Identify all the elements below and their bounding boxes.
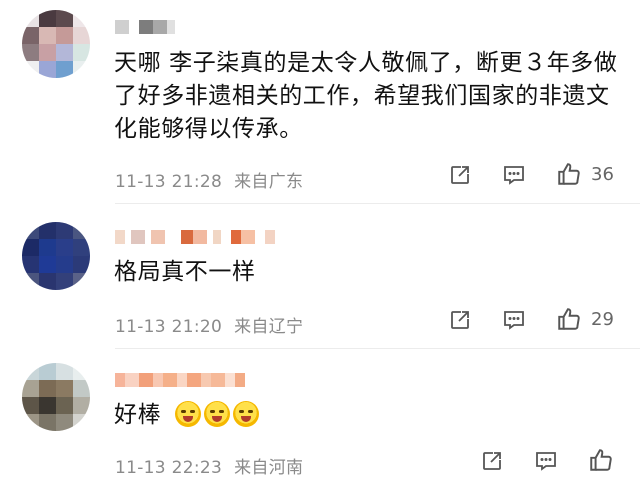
reply-button[interactable] — [502, 163, 526, 187]
reply-button[interactable] — [534, 449, 558, 473]
comment-text: 天哪 李子柒真的是太令人敬佩了，断更３年多做了好多非遗相关的工作，希望我们国家的… — [114, 50, 618, 142]
thumbs-up-icon — [590, 449, 612, 471]
comment-date: 11-13 21:20 — [115, 317, 223, 337]
like-button[interactable]: 36 — [556, 161, 614, 187]
crying-face-emoji — [175, 401, 202, 427]
avatar[interactable] — [22, 10, 90, 78]
username-blurred[interactable] — [115, 224, 275, 250]
like-count: 36 — [591, 163, 614, 185]
comment-date: 11-13 22:23 — [115, 458, 223, 478]
comment-item: 好棒 11-13 22:23 来自河南 — [0, 349, 640, 488]
comment-text: 好棒 — [114, 399, 626, 432]
comment-item: 格局真不一样 11-13 21:20 来自辽宁 29 — [0, 204, 640, 348]
comment-location: 来自河南 — [234, 458, 304, 478]
comment-text-label: 好棒 — [114, 402, 162, 428]
comment-location: 来自广东 — [234, 172, 304, 192]
reply-icon — [504, 311, 524, 330]
share-icon — [451, 311, 469, 329]
reply-icon — [536, 452, 556, 471]
comment-meta: 11-13 22:23 来自河南 — [115, 453, 303, 478]
comment-meta: 11-13 21:20 来自辽宁 — [115, 312, 303, 337]
crying-face-emoji — [204, 401, 231, 427]
like-button[interactable]: 29 — [556, 306, 614, 332]
username-blurred[interactable] — [115, 14, 175, 40]
avatar[interactable] — [22, 363, 90, 431]
thumbs-up-icon — [558, 308, 580, 330]
like-count: 29 — [591, 308, 614, 330]
share-button[interactable] — [448, 308, 472, 332]
share-button[interactable] — [448, 163, 472, 187]
share-icon — [451, 166, 469, 184]
comment-date: 11-13 21:28 — [115, 172, 223, 192]
avatar[interactable] — [22, 222, 90, 290]
comment-meta: 11-13 21:28 来自广东 — [115, 167, 303, 192]
username-blurred[interactable] — [115, 367, 245, 393]
crying-face-emoji — [233, 401, 260, 427]
share-icon — [483, 452, 501, 470]
reply-button[interactable] — [502, 308, 526, 332]
comment-item: 天哪 李子柒真的是太令人敬佩了，断更３年多做了好多非遗相关的工作，希望我们国家的… — [0, 0, 640, 200]
thumbs-up-icon — [558, 163, 580, 185]
reply-icon — [504, 166, 524, 185]
comment-location: 来自辽宁 — [234, 317, 304, 337]
comment-text: 格局真不一样 — [114, 259, 256, 285]
like-button[interactable] — [588, 447, 614, 473]
share-button[interactable] — [480, 449, 504, 473]
